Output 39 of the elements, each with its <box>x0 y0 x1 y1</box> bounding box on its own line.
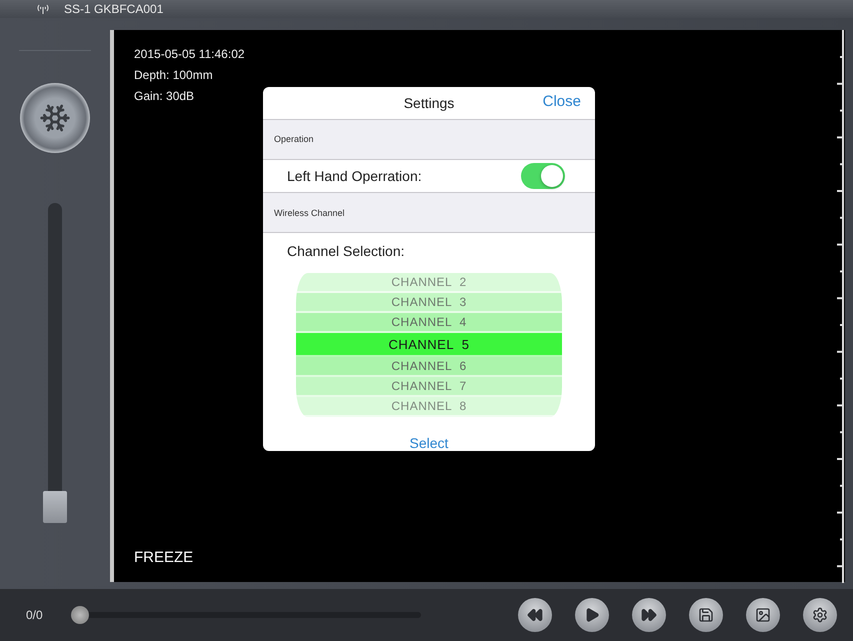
progress-slider[interactable] <box>71 606 421 624</box>
play-icon <box>584 607 600 623</box>
rewind-button[interactable] <box>518 598 552 632</box>
close-button[interactable]: Close <box>542 93 581 110</box>
setting-label: Channel Selection: <box>287 243 405 260</box>
image-info: Gain: 30dB <box>134 88 196 105</box>
freeze-label: FREEZE <box>134 549 194 566</box>
capture-button[interactable] <box>746 598 780 632</box>
save-icon <box>698 607 714 623</box>
channel-option[interactable]: CHANNEL 2 <box>296 273 562 294</box>
select-button[interactable]: Select <box>410 435 448 451</box>
toggle-switch[interactable] <box>521 162 565 189</box>
rewind-icon <box>527 607 543 623</box>
slider-thumb[interactable] <box>43 491 67 523</box>
forward-button[interactable] <box>632 598 666 632</box>
wireless-signal-icon <box>36 4 50 14</box>
frame-counter: 0/0 <box>26 608 44 622</box>
section-header: Wireless Channel <box>263 193 595 234</box>
channel-option[interactable]: CHANNEL 8 <box>296 397 562 418</box>
image-info: Depth: 100mm <box>134 67 214 84</box>
settings-icon <box>812 607 828 623</box>
progress-thumb[interactable] <box>71 606 89 624</box>
section-header: Operation <box>263 120 595 160</box>
save-button[interactable] <box>689 598 723 632</box>
setting-label: Left Hand Operration: <box>287 168 422 184</box>
channel-option[interactable]: CHANNEL 3 <box>296 293 562 314</box>
channel-option[interactable]: CHANNEL 7 <box>296 377 562 398</box>
forward-icon <box>641 607 657 623</box>
channel-option[interactable]: CHANNEL 5 <box>296 333 562 358</box>
snowflake-icon <box>39 102 71 134</box>
device-name: SS-1 GKBFCA001 <box>64 2 164 16</box>
play-button[interactable] <box>575 598 609 632</box>
channel-option[interactable]: CHANNEL 6 <box>296 357 562 378</box>
channel-option[interactable]: CHANNEL 4 <box>296 313 562 334</box>
gain-slider[interactable] <box>43 203 67 523</box>
settings-button[interactable] <box>803 598 837 632</box>
dialog-title: Settings <box>404 94 454 111</box>
capture-icon <box>755 607 771 623</box>
image-info: 2015-05-05 11:46:02 <box>134 46 245 63</box>
